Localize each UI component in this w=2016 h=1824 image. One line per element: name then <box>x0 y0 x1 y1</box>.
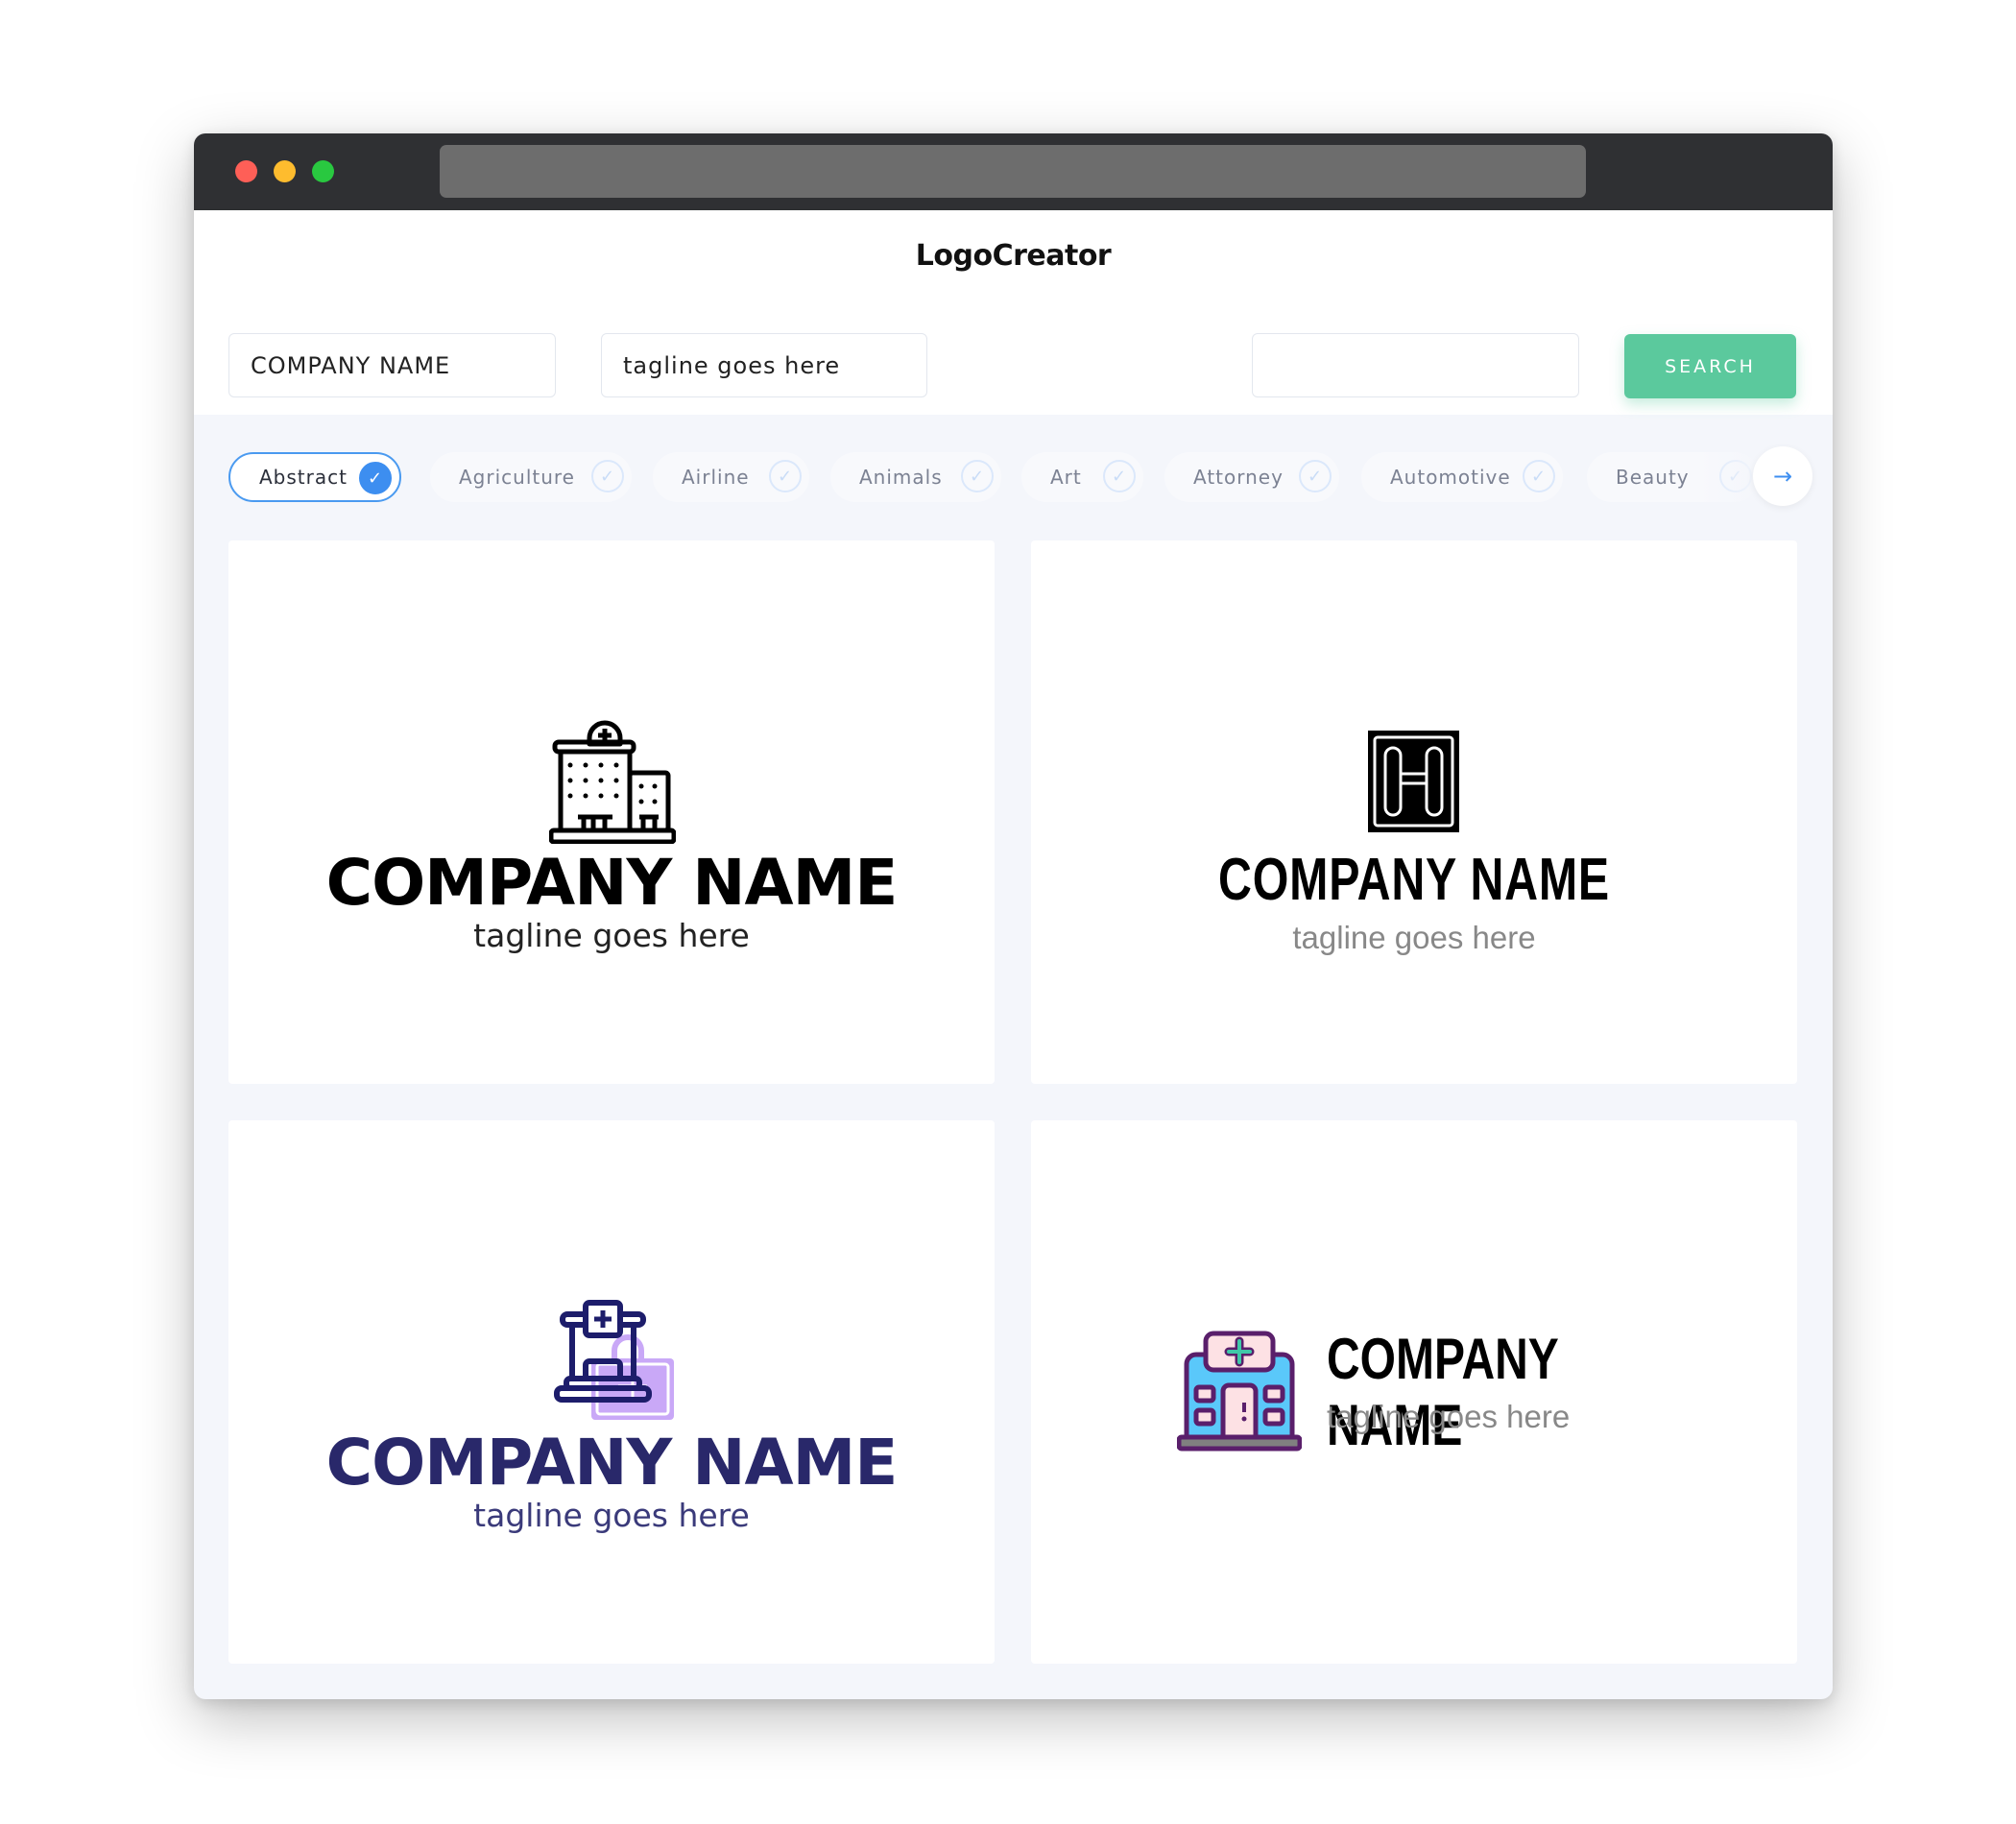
letter-h-square-icon <box>1368 731 1459 832</box>
address-bar[interactable] <box>440 145 1586 198</box>
hospital-colored-icon <box>1177 1331 1302 1452</box>
check-icon: ✓ <box>1299 460 1332 492</box>
hospital-building-outline-icon <box>549 720 676 844</box>
next-categories-button[interactable]: → <box>1753 446 1812 506</box>
logo-card[interactable]: COMPANY NAME tagline goes here <box>228 540 995 1084</box>
search-bar: COMPANY NAME tagline goes here SEARCH <box>194 311 1833 415</box>
check-icon: ✓ <box>961 460 994 492</box>
keyword-input[interactable] <box>1252 333 1579 397</box>
category-label: Art <box>1050 466 1082 489</box>
minimize-window-button[interactable] <box>274 160 296 182</box>
category-label: Agriculture <box>459 466 575 489</box>
tagline-input[interactable]: tagline goes here <box>601 333 927 397</box>
category-chip-art[interactable]: Art ✓ <box>1021 452 1143 502</box>
category-label: Attorney <box>1193 466 1284 489</box>
category-label: Automotive <box>1390 466 1511 489</box>
logo-tagline: tagline goes here <box>473 1497 750 1534</box>
logo-tagline: tagline goes here <box>1292 920 1536 955</box>
logo-company-name: COMPANY NAME <box>325 1426 899 1500</box>
app-header: LogoCreator <box>194 210 1833 311</box>
logo-tagline: tagline goes here <box>1327 1399 1571 1434</box>
logo-company-name: COMPANY NAME <box>1327 1327 1558 1457</box>
close-window-button[interactable] <box>235 160 257 182</box>
category-chip-airline[interactable]: Airline ✓ <box>653 452 809 502</box>
title-bar <box>194 133 1833 210</box>
logo-card[interactable]: COMPANY NAME tagline goes here <box>228 1120 995 1664</box>
hospital-purple-duotone-icon <box>554 1300 674 1420</box>
category-chip-animals[interactable]: Animals ✓ <box>830 452 1001 502</box>
logo-company-name: COMPANY NAME <box>1218 847 1610 913</box>
check-icon: ✓ <box>1103 460 1136 492</box>
category-chip-agriculture[interactable]: Agriculture ✓ <box>430 452 632 502</box>
search-button[interactable]: SEARCH <box>1624 334 1796 398</box>
logo-company-name: COMPANY NAME <box>325 846 899 920</box>
company-name-input[interactable]: COMPANY NAME <box>228 333 556 397</box>
check-icon: ✓ <box>769 460 802 492</box>
logo-card[interactable]: COMPANY NAME tagline goes here <box>1031 540 1797 1084</box>
category-chip-abstract[interactable]: Abstract ✓ <box>228 452 401 502</box>
check-icon: ✓ <box>591 460 624 492</box>
category-label: Abstract <box>259 466 348 489</box>
app-title: LogoCreator <box>915 239 1112 273</box>
category-label: Animals <box>859 466 943 489</box>
browser-window: LogoCreator COMPANY NAME tagline goes he… <box>194 133 1833 1699</box>
category-label: Airline <box>682 466 750 489</box>
logo-tagline: tagline goes here <box>473 917 750 954</box>
logo-card[interactable]: COMPANY NAME tagline goes here <box>1031 1120 1797 1664</box>
check-icon: ✓ <box>1523 460 1555 492</box>
maximize-window-button[interactable] <box>312 160 334 182</box>
category-filter-bar: Abstract ✓ Agriculture ✓ Airline ✓ Anima… <box>228 446 1812 506</box>
check-icon: ✓ <box>359 462 392 494</box>
arrow-right-icon: → <box>1772 463 1793 490</box>
category-chip-automotive[interactable]: Automotive ✓ <box>1361 452 1563 502</box>
category-label: Beauty <box>1616 466 1690 489</box>
category-chip-attorney[interactable]: Attorney ✓ <box>1164 452 1339 502</box>
